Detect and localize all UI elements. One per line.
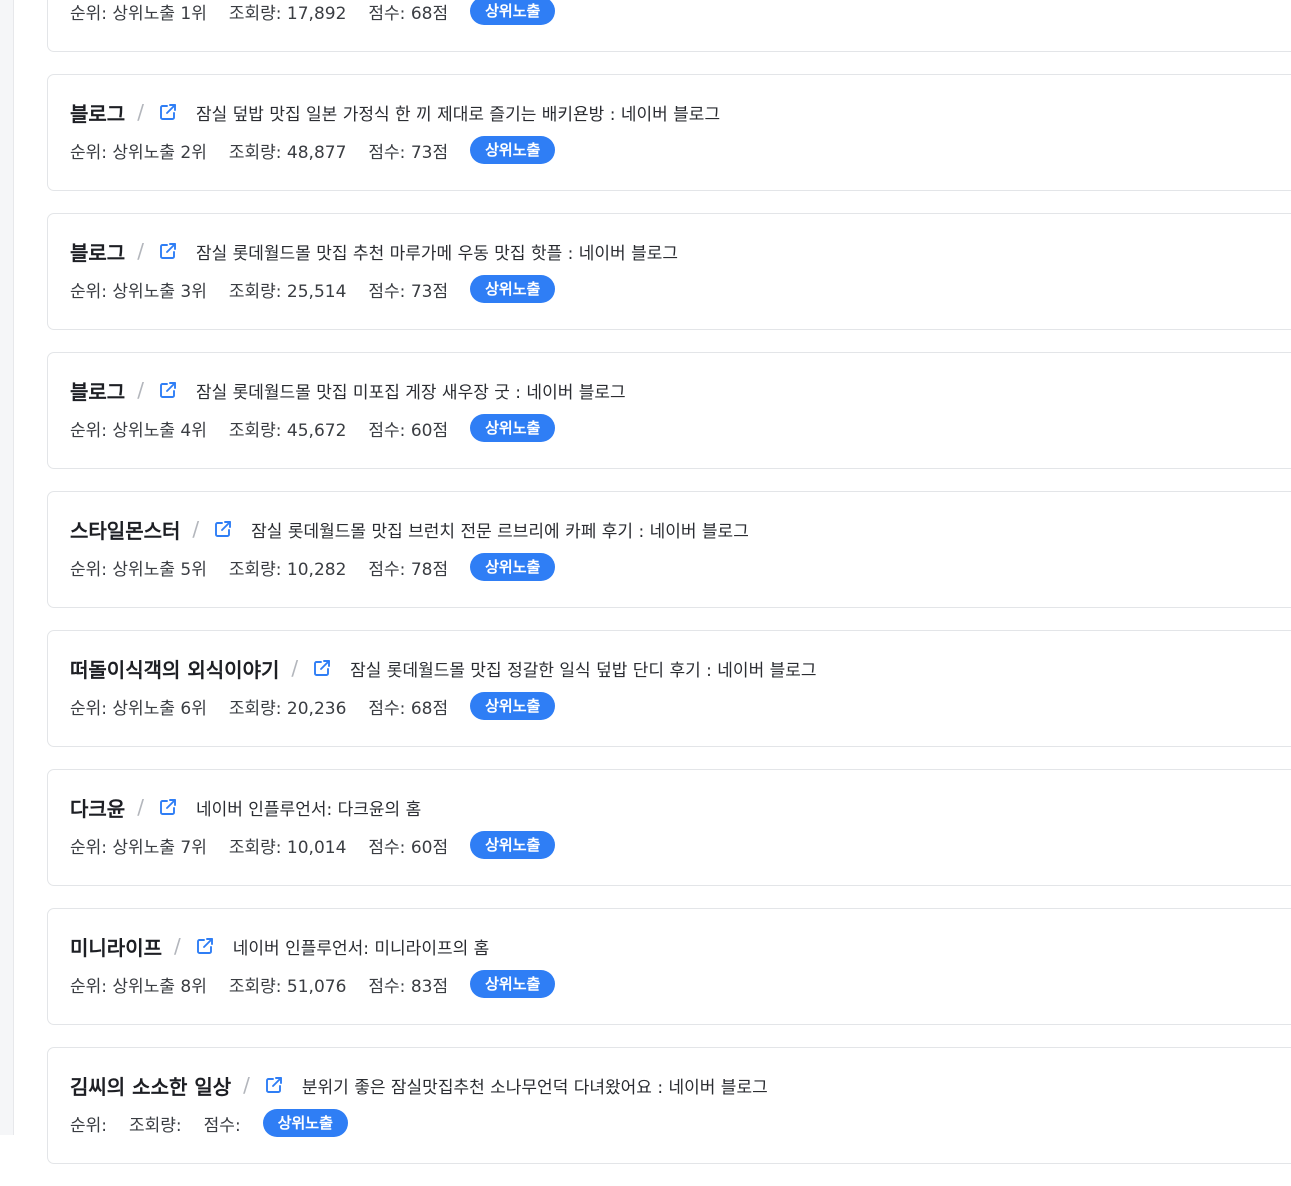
rank-text: 순위: 상위노출 8위 bbox=[70, 976, 207, 997]
views-text: 조회량: 51,076 bbox=[228, 976, 347, 997]
result-link-title[interactable]: 잠실 덮밥 맛집 일본 가정식 한 끼 제대로 즐기는 배키욘방 : 네이버 블… bbox=[196, 100, 720, 125]
result-meta-row: 순위: 상위노출 6위 조회량: 20,236 점수: 68점 상위노출 bbox=[70, 691, 1291, 721]
external-link-icon[interactable] bbox=[195, 936, 215, 956]
result-author: 떠돌이식객의 외식이야기 bbox=[70, 657, 280, 682]
result-author: 김씨의 소소한 일상 bbox=[70, 1074, 232, 1099]
rank-text: 순위: 상위노출 5위 bbox=[70, 559, 207, 580]
result-link-title[interactable]: 네이버 인플루언서: 다크윤의 홈 bbox=[196, 795, 421, 820]
views-text: 조회량: bbox=[129, 1115, 182, 1136]
rank-text: 순위: 상위노출 1위 bbox=[70, 3, 207, 24]
status-badge: 상위노출 bbox=[262, 1109, 348, 1137]
result-title-row: 미니라이프 / 네이버 인플루언서: 미니라이프의 홈 bbox=[70, 928, 1291, 964]
result-link-title[interactable]: 잠실 롯데월드몰 맛집 미포집 게장 새우장 굿 : 네이버 블로그 bbox=[196, 378, 626, 403]
views-text: 조회량: 10,014 bbox=[228, 837, 347, 858]
status-badge: 상위노출 bbox=[470, 0, 556, 25]
views-text: 조회량: 10,282 bbox=[228, 559, 347, 580]
status-badge: 상위노출 bbox=[470, 136, 556, 164]
result-card-7: 다크윤 / 네이버 인플루언서: 다크윤의 홈 순위: 상위노출 7위 조회량:… bbox=[47, 769, 1291, 886]
status-badge: 상위노출 bbox=[470, 275, 556, 303]
rank-text: 순위: 상위노출 4위 bbox=[70, 420, 207, 441]
result-meta-row: 순위: 상위노출 7위 조회량: 10,014 점수: 60점 상위노출 bbox=[70, 830, 1291, 860]
external-link-icon[interactable] bbox=[158, 241, 178, 261]
rank-text: 순위: 상위노출 2위 bbox=[70, 142, 207, 163]
result-title-row: 블로그 / 잠실 롯데월드몰 맛집 미포집 게장 새우장 굿 : 네이버 블로그 bbox=[70, 372, 1291, 408]
external-link-icon[interactable] bbox=[312, 658, 332, 678]
result-link-title[interactable]: 분위기 좋은 잠실맛집추천 소나무언덕 다녀왔어요 : 네이버 블로그 bbox=[302, 1073, 768, 1098]
rank-text: 순위: bbox=[70, 1115, 108, 1136]
score-text: 점수: 68점 bbox=[368, 698, 449, 719]
title-separator: / bbox=[291, 656, 299, 680]
result-meta-row: 순위: 상위노출 2위 조회량: 48,877 점수: 73점 상위노출 bbox=[70, 135, 1291, 165]
rank-text: 순위: 상위노출 6위 bbox=[70, 698, 207, 719]
result-title-row: 김씨의 소소한 일상 / 분위기 좋은 잠실맛집추천 소나무언덕 다녀왔어요 :… bbox=[70, 1067, 1291, 1103]
result-meta-row: 순위: 상위노출 8위 조회량: 51,076 점수: 83점 상위노출 bbox=[70, 969, 1291, 999]
title-separator: / bbox=[137, 378, 144, 402]
score-text: 점수: bbox=[203, 1115, 241, 1136]
status-badge: 상위노출 bbox=[470, 831, 556, 859]
result-author: 블로그 bbox=[70, 379, 126, 404]
views-text: 조회량: 45,672 bbox=[228, 420, 347, 441]
rank-text: 순위: 상위노출 7위 bbox=[70, 837, 207, 858]
title-separator: / bbox=[192, 517, 200, 541]
result-card-2: 블로그 / 잠실 덮밥 맛집 일본 가정식 한 끼 제대로 즐기는 배키욘방 :… bbox=[47, 74, 1291, 191]
score-text: 점수: 68점 bbox=[368, 3, 449, 24]
status-badge: 상위노출 bbox=[470, 553, 556, 581]
result-title-row: 떠돌이식객의 외식이야기 / 잠실 롯데월드몰 맛집 정갈한 일식 덮밥 단디 … bbox=[70, 650, 1291, 686]
views-text: 조회량: 17,892 bbox=[228, 3, 347, 24]
external-link-icon[interactable] bbox=[158, 797, 178, 817]
status-badge: 상위노출 bbox=[470, 414, 556, 442]
result-author: 미니라이프 bbox=[70, 935, 162, 960]
result-card-1: 블로그 / 순위: 상위노출 1위 조회량: 17,892 점수: 68점 상위… bbox=[47, 0, 1291, 52]
external-link-icon[interactable] bbox=[158, 380, 178, 400]
result-title-row: 스타일몬스터 / 잠실 롯데월드몰 맛집 브런치 전문 르브리에 카페 후기 :… bbox=[70, 511, 1291, 547]
result-meta-row: 순위: 상위노출 5위 조회량: 10,282 점수: 78점 상위노출 bbox=[70, 552, 1291, 582]
title-separator: / bbox=[137, 239, 144, 263]
result-card-8: 미니라이프 / 네이버 인플루언서: 미니라이프의 홈 순위: 상위노출 8위 … bbox=[47, 908, 1291, 1025]
result-author: 다크윤 bbox=[70, 796, 126, 821]
result-author: 블로그 bbox=[70, 240, 126, 265]
views-text: 조회량: 48,877 bbox=[228, 142, 347, 163]
result-card-9: 김씨의 소소한 일상 / 분위기 좋은 잠실맛집추천 소나무언덕 다녀왔어요 :… bbox=[47, 1047, 1291, 1164]
title-separator: / bbox=[137, 100, 144, 124]
status-badge: 상위노출 bbox=[470, 970, 556, 998]
result-card-3: 블로그 / 잠실 롯데월드몰 맛집 추천 마루가메 우동 맛집 핫플 : 네이버… bbox=[47, 213, 1291, 330]
score-text: 점수: 73점 bbox=[368, 281, 449, 302]
result-author: 스타일몬스터 bbox=[70, 518, 181, 543]
result-meta-row: 순위: 상위노출 3위 조회량: 25,514 점수: 73점 상위노출 bbox=[70, 274, 1291, 304]
result-meta-row: 순위: 상위노출 1위 조회량: 17,892 점수: 68점 상위노출 bbox=[70, 0, 1291, 26]
result-link-title[interactable]: 잠실 롯데월드몰 맛집 브런치 전문 르브리에 카페 후기 : 네이버 블로그 bbox=[251, 517, 749, 542]
result-link-title[interactable]: 잠실 롯데월드몰 맛집 정갈한 일식 덮밥 단디 후기 : 네이버 블로그 bbox=[350, 656, 816, 681]
views-text: 조회량: 20,236 bbox=[228, 698, 347, 719]
result-meta-row: 순위: 조회량: 점수: 상위노출 bbox=[70, 1108, 1291, 1138]
status-badge: 상위노출 bbox=[470, 692, 556, 720]
score-text: 점수: 78점 bbox=[368, 559, 449, 580]
result-card-5: 스타일몬스터 / 잠실 롯데월드몰 맛집 브런치 전문 르브리에 카페 후기 :… bbox=[47, 491, 1291, 608]
result-link-title[interactable]: 잠실 롯데월드몰 맛집 추천 마루가메 우동 맛집 핫플 : 네이버 블로그 bbox=[196, 239, 678, 264]
result-card-4: 블로그 / 잠실 롯데월드몰 맛집 미포집 게장 새우장 굿 : 네이버 블로그… bbox=[47, 352, 1291, 469]
result-title-row: 블로그 / 잠실 덮밥 맛집 일본 가정식 한 끼 제대로 즐기는 배키욘방 :… bbox=[70, 94, 1291, 130]
external-link-icon[interactable] bbox=[158, 102, 178, 122]
external-link-icon[interactable] bbox=[213, 519, 233, 539]
score-text: 점수: 60점 bbox=[368, 837, 449, 858]
score-text: 점수: 73점 bbox=[368, 142, 449, 163]
result-title-row: 다크윤 / 네이버 인플루언서: 다크윤의 홈 bbox=[70, 789, 1291, 825]
views-text: 조회량: 25,514 bbox=[228, 281, 347, 302]
result-title-row: 블로그 / 잠실 롯데월드몰 맛집 추천 마루가메 우동 맛집 핫플 : 네이버… bbox=[70, 233, 1291, 269]
rank-text: 순위: 상위노출 3위 bbox=[70, 281, 207, 302]
score-text: 점수: 60점 bbox=[368, 420, 449, 441]
score-text: 점수: 83점 bbox=[368, 976, 449, 997]
result-meta-row: 순위: 상위노출 4위 조회량: 45,672 점수: 60점 상위노출 bbox=[70, 413, 1291, 443]
result-link-title[interactable]: 네이버 인플루언서: 미니라이프의 홈 bbox=[233, 934, 490, 959]
result-card-6: 떠돌이식객의 외식이야기 / 잠실 롯데월드몰 맛집 정갈한 일식 덮밥 단디 … bbox=[47, 630, 1291, 747]
title-separator: / bbox=[174, 934, 181, 958]
title-separator: / bbox=[137, 795, 144, 819]
result-author: 블로그 bbox=[70, 101, 126, 126]
left-rail bbox=[0, 0, 14, 1135]
title-separator: / bbox=[243, 1073, 250, 1097]
external-link-icon[interactable] bbox=[264, 1075, 284, 1095]
results-list: 블로그 / 순위: 상위노출 1위 조회량: 17,892 점수: 68점 상위… bbox=[47, 0, 1291, 1186]
